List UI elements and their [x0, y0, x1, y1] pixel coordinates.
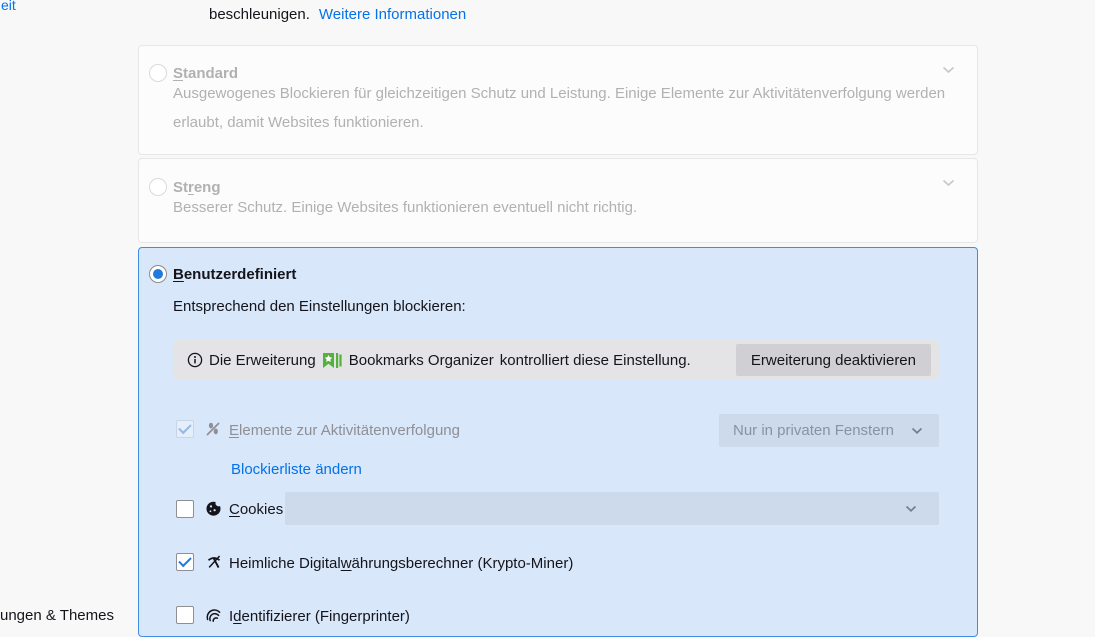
fingerprinters-label: Identifizierer (Fingerprinter) [229, 608, 410, 625]
disable-extension-button[interactable]: Erweiterung deaktivieren [735, 344, 931, 376]
notice-text-prefix: Die Erweiterung [209, 351, 316, 369]
cookie-icon [205, 500, 222, 517]
option-label-benutzerdefiniert: Benutzerdefiniert [173, 266, 297, 283]
radio-standard[interactable] [149, 64, 167, 82]
trackers-label: Elemente zur Aktivitätenverfolgung [229, 422, 460, 439]
radio-streng[interactable] [149, 178, 167, 196]
extension-controlled-notice: Die Erweiterung Bookmarks Organizer kont… [173, 340, 939, 380]
chevron-down-icon[interactable] [942, 66, 955, 74]
intro-text-tail: beschleunigen. [209, 6, 310, 23]
firefox-privacy-settings-page: eit ungen & Themes beschleunigen. Weiter… [0, 0, 1095, 637]
chevron-down-icon [905, 505, 917, 513]
more-information-link[interactable]: Weitere Informationen [319, 6, 466, 23]
option-description-standard: Ausgewogenes Blockieren für gleichzeitig… [173, 85, 946, 131]
trackers-scope-dropdown[interactable]: Nur in privaten Fenstern [719, 414, 939, 447]
extension-icon [322, 352, 343, 369]
sidebar-item-partial-top[interactable]: eit [1, 0, 16, 13]
chevron-down-icon [911, 427, 923, 435]
tracker-icon [205, 421, 221, 437]
cryptominers-label: Heimliche Digitalwährungsberechner (Kryp… [229, 555, 574, 572]
notice-text-suffix: kontrolliert diese Einstellung. [499, 351, 691, 369]
cookies-type-dropdown[interactable] [285, 492, 939, 525]
cryptominer-icon [206, 554, 222, 570]
cookies-label: Cookies [229, 501, 284, 518]
custom-blocking-caption: Entsprechend den Einstellungen blockiere… [173, 298, 466, 315]
sidebar-item-extensions-themes-partial[interactable]: ungen & Themes [0, 607, 114, 624]
fingerprint-icon [205, 607, 222, 624]
option-card-benutzerdefiniert[interactable]: Benutzerdefiniert Entsprechend den Einst… [138, 247, 978, 637]
radio-benutzerdefiniert[interactable] [149, 265, 167, 283]
checkbox-cookies[interactable] [176, 500, 194, 518]
option-description-streng: Besserer Schutz. Einige Websites funktio… [173, 199, 638, 216]
checkbox-trackers[interactable] [176, 420, 194, 438]
option-card-standard[interactable]: Standard Ausgewogenes Blockieren für gle… [138, 45, 978, 155]
chevron-down-icon[interactable] [942, 179, 955, 187]
info-icon [187, 352, 203, 368]
trackers-scope-value: Nur in privaten Fenstern [733, 422, 894, 439]
option-card-streng[interactable]: Streng Besserer Schutz. Einige Websites … [138, 158, 978, 243]
extension-name: Bookmarks Organizer [348, 351, 494, 369]
checkbox-fingerprinters[interactable] [176, 606, 194, 624]
checkbox-cryptominers[interactable] [176, 553, 194, 571]
change-blocklist-link[interactable]: Blockierliste ändern [231, 461, 362, 478]
